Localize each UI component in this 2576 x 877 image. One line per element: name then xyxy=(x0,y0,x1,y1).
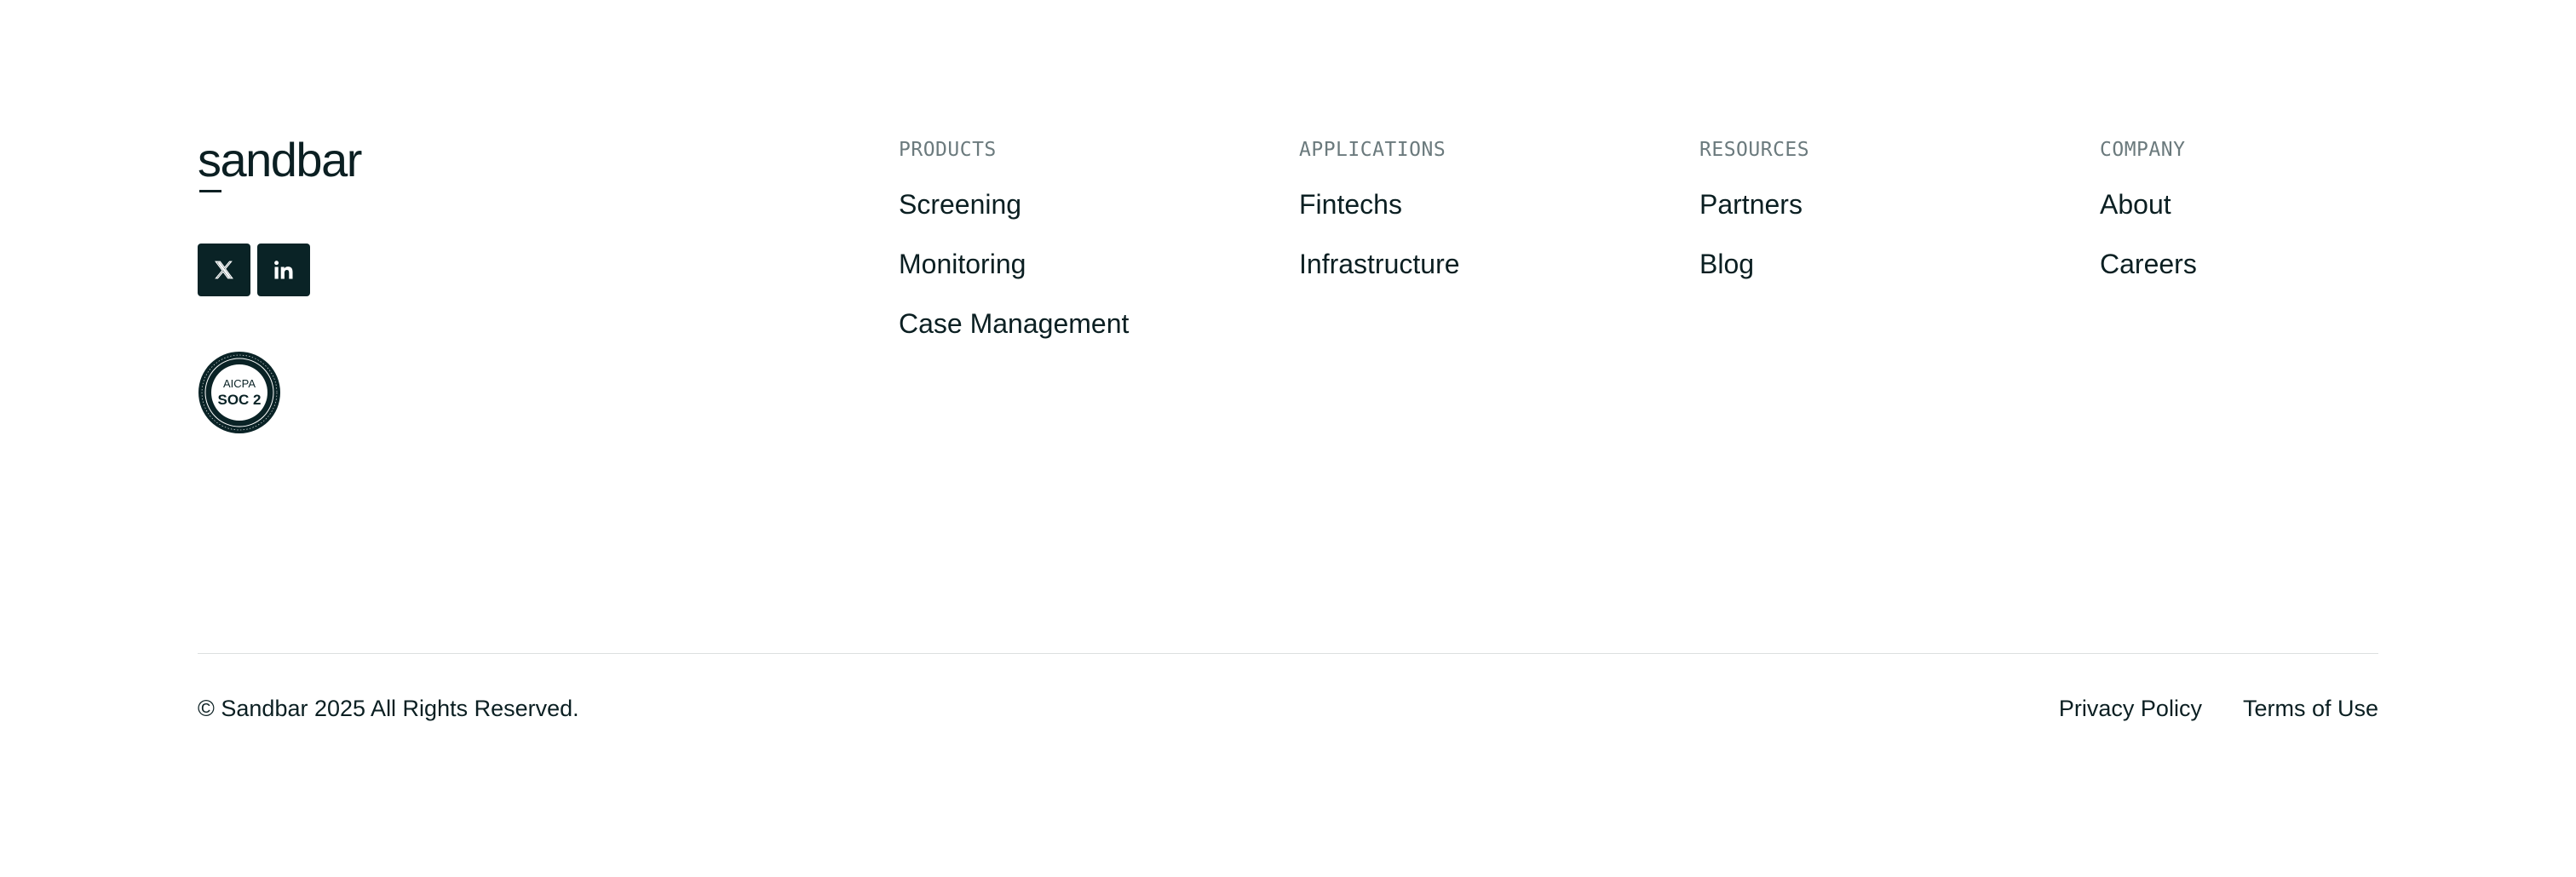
social-links xyxy=(198,244,310,296)
logo-underline-mark xyxy=(199,190,221,192)
brand-block: sandbar xyxy=(198,133,362,192)
x-icon xyxy=(215,261,233,279)
site-footer: sandbar AICPA SOC 2 PRODUCTS Screening M… xyxy=(0,0,2576,877)
link-partners[interactable]: Partners xyxy=(1699,187,1809,221)
footer-column-products: PRODUCTS Screening Monitoring Case Manag… xyxy=(899,136,1129,366)
column-title-products: PRODUCTS xyxy=(899,139,997,161)
legal-links: Privacy Policy Terms of Use xyxy=(2059,693,2378,724)
badge-main-text: SOC 2 xyxy=(217,392,261,408)
privacy-policy-link[interactable]: Privacy Policy xyxy=(2059,693,2202,724)
footer-column-company: COMPANY About Careers xyxy=(2100,136,2197,307)
link-fintechs[interactable]: Fintechs xyxy=(1299,187,1460,221)
link-blog[interactable]: Blog xyxy=(1699,247,1809,281)
footer-divider xyxy=(198,653,2378,654)
copyright-text: © Sandbar 2025 All Rights Reserved. xyxy=(198,696,579,721)
footer-column-applications: APPLICATIONS Fintechs Infrastructure xyxy=(1299,136,1460,307)
x-social-button[interactable] xyxy=(198,244,250,296)
linkedin-icon xyxy=(274,261,293,279)
terms-of-use-link[interactable]: Terms of Use xyxy=(2243,693,2378,724)
column-title-company: COMPANY xyxy=(2100,139,2186,161)
badge-top-text: AICPA xyxy=(223,377,256,390)
soc2-badge: AICPA SOC 2 xyxy=(198,352,280,433)
link-screening[interactable]: Screening xyxy=(899,187,1129,221)
link-about[interactable]: About xyxy=(2100,187,2197,221)
column-title-applications: APPLICATIONS xyxy=(1299,139,1446,161)
linkedin-social-button[interactable] xyxy=(257,244,310,296)
link-infrastructure[interactable]: Infrastructure xyxy=(1299,247,1460,281)
footer-column-resources: RESOURCES Partners Blog xyxy=(1699,136,1809,307)
link-case-management[interactable]: Case Management xyxy=(899,307,1129,341)
link-careers[interactable]: Careers xyxy=(2100,247,2197,281)
sandbar-logo[interactable]: sandbar xyxy=(198,133,362,192)
link-monitoring[interactable]: Monitoring xyxy=(899,247,1129,281)
column-title-resources: RESOURCES xyxy=(1699,139,1810,161)
logo-text: sandbar xyxy=(198,133,362,186)
